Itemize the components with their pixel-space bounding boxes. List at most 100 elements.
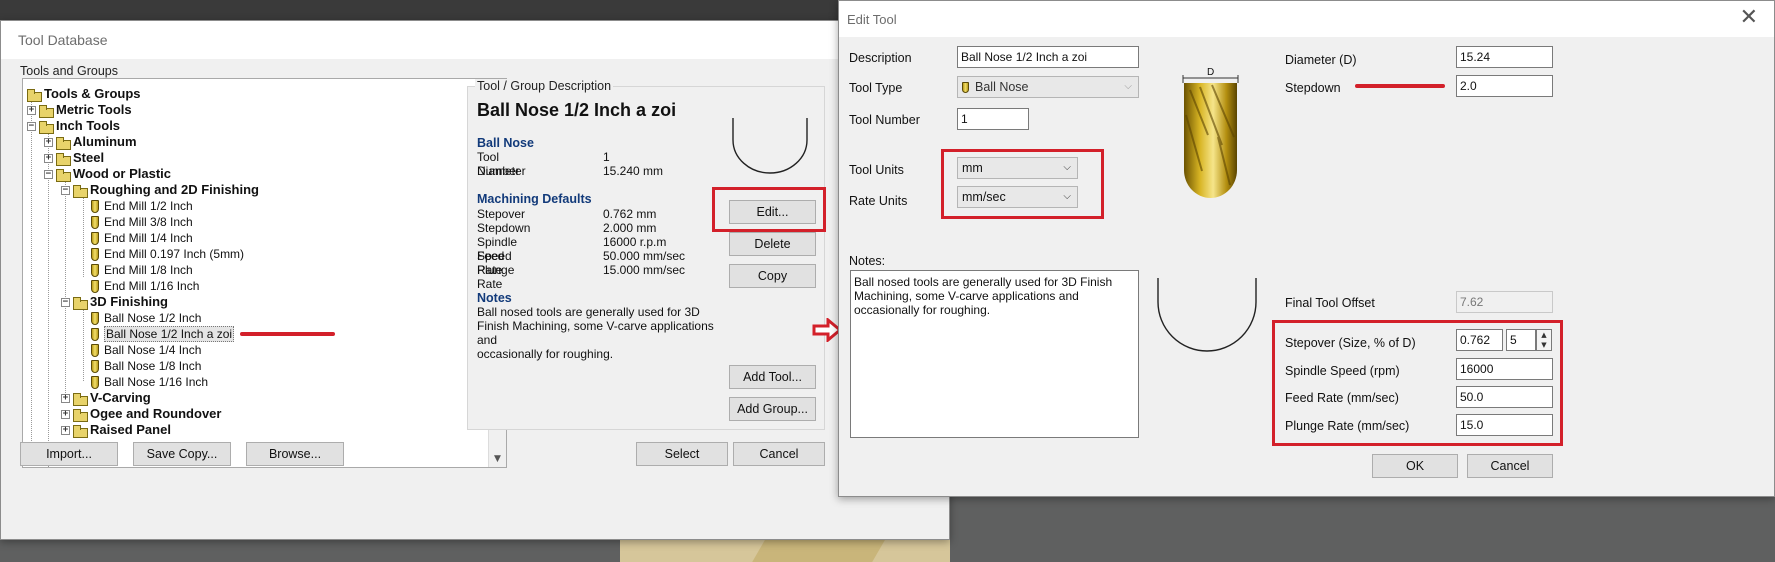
rate-units-label: Rate Units	[849, 194, 908, 208]
tool-tree[interactable]: Tools & Groups + Metric Tools − Inch Tools…	[22, 78, 507, 468]
select-button[interactable]: Select	[636, 442, 728, 466]
tree-group-vcarving[interactable]: + V-Carving	[61, 390, 151, 407]
tool-number-label: Tool Number	[849, 113, 920, 127]
import-button[interactable]: Import...	[20, 442, 118, 466]
tree-tool-item[interactable]: Ball Nose 1/2 Inch	[91, 310, 201, 326]
edit-highlight-box	[712, 187, 826, 232]
stepdown-input[interactable]: 2.0	[1456, 75, 1553, 97]
window-title: Edit Tool	[847, 12, 897, 27]
tree-guide	[48, 133, 49, 467]
notes-label: Notes:	[849, 254, 886, 268]
expand-icon[interactable]: +	[61, 394, 70, 404]
window-title: Tool Database	[18, 32, 108, 48]
tool-number-input[interactable]: 1	[957, 108, 1029, 130]
tree-group-roughing[interactable]: − Roughing and 2D Finishing	[61, 182, 259, 199]
title-bar: Edit Tool ✕	[839, 1, 1774, 37]
tool-icon	[91, 216, 99, 230]
edit-cancel-button[interactable]: Cancel	[1467, 454, 1553, 478]
tool-icon	[91, 280, 99, 294]
tool-icon	[91, 232, 99, 246]
tree-group-steel[interactable]: + Steel	[44, 150, 104, 167]
final-tool-offset-label: Final Tool Offset	[1285, 296, 1375, 310]
ball-nose-profile-icon	[1157, 278, 1257, 352]
ok-button[interactable]: OK	[1372, 454, 1458, 478]
tree-group-metric[interactable]: + Metric Tools	[27, 102, 132, 119]
tree-tool-item-selected[interactable]: Ball Nose 1/2 Inch a zoi	[91, 326, 235, 342]
notes-heading: Notes	[477, 291, 512, 305]
save-copy-button[interactable]: Save Copy...	[133, 442, 231, 466]
units-highlight-box	[941, 149, 1104, 219]
title-bar: Tool Database ✕	[1, 21, 949, 59]
tool-icon	[91, 248, 99, 262]
expand-icon[interactable]: +	[61, 410, 70, 420]
collapse-icon[interactable]: −	[61, 298, 70, 308]
tree-group-raised-panel[interactable]: + Raised Panel	[61, 422, 171, 439]
folder-icon	[39, 121, 54, 135]
tree-guide	[65, 181, 66, 401]
scroll-down-icon[interactable]: ▼	[489, 451, 506, 467]
tool-units-label: Tool Units	[849, 163, 904, 177]
tool-icon	[91, 328, 99, 342]
ball-nose-tool-image	[1182, 75, 1239, 199]
final-tool-offset-input: 7.62	[1456, 291, 1553, 313]
diameter-input[interactable]: 15.24	[1456, 46, 1553, 68]
tree-guide	[31, 101, 32, 463]
tool-icon	[91, 344, 99, 358]
expand-icon[interactable]: +	[44, 138, 53, 148]
tree-group-3d-finishing[interactable]: −3D Finishing	[61, 294, 168, 311]
tree-tool-item[interactable]: Ball Nose 1/4 Inch	[91, 342, 201, 358]
tree-tool-item[interactable]: End Mill 0.197 Inch (5mm)	[91, 246, 244, 262]
close-icon[interactable]: ✕	[1740, 5, 1758, 30]
ball-nose-profile-icon	[732, 118, 808, 174]
tool-type-heading: Ball Nose	[477, 136, 534, 150]
tree-guide	[83, 309, 84, 381]
tool-type-label: Tool Type	[849, 81, 903, 95]
folder-icon	[27, 89, 42, 103]
description-label: Description	[849, 51, 912, 65]
browse-button[interactable]: Browse...	[246, 442, 344, 466]
tool-icon	[91, 360, 99, 374]
expand-icon[interactable]: +	[61, 426, 70, 436]
copy-button[interactable]: Copy	[729, 264, 816, 288]
expand-icon[interactable]: +	[27, 106, 36, 116]
tree-tool-item[interactable]: End Mill 1/4 Inch	[91, 230, 193, 246]
delete-button[interactable]: Delete	[729, 232, 816, 256]
tree-guide	[83, 197, 84, 277]
folder-icon	[73, 297, 88, 311]
tool-type-select[interactable]: Ball Nose ⌵	[957, 76, 1139, 98]
add-group-button[interactable]: Add Group...	[729, 397, 816, 421]
expand-icon[interactable]: +	[44, 154, 53, 164]
tree-tool-item[interactable]: End Mill 1/16 Inch	[91, 278, 199, 294]
tree-group-ogee[interactable]: + Ogee and Roundover	[61, 406, 221, 423]
add-tool-button[interactable]: Add Tool...	[729, 365, 816, 389]
tree-group-aluminum[interactable]: + Aluminum	[44, 134, 137, 151]
tree-tool-item[interactable]: End Mill 3/8 Inch	[91, 214, 193, 230]
chevron-down-icon: ⌵	[1124, 81, 1132, 92]
folder-icon	[39, 105, 54, 119]
tree-root[interactable]: Tools & Groups	[27, 86, 141, 103]
machining-defaults-heading: Machining Defaults	[477, 192, 592, 206]
description-input[interactable]: Ball Nose 1/2 Inch a zoi	[957, 46, 1139, 68]
stepdown-underline	[1355, 84, 1445, 88]
ball-nose-tool-icon	[962, 82, 969, 94]
notes-textarea[interactable]: Ball nosed tools are generally used for …	[850, 270, 1139, 438]
folder-icon	[56, 137, 71, 151]
diameter-label: Diameter (D)	[1285, 53, 1357, 67]
notes-text: Ball nosed tools are generally used for …	[477, 305, 714, 361]
tree-tool-item[interactable]: End Mill 1/2 Inch	[91, 198, 193, 214]
tool-icon	[91, 264, 99, 278]
tree-group-wood[interactable]: − Wood or Plastic	[44, 166, 171, 183]
tree-tool-item[interactable]: Ball Nose 1/8 Inch	[91, 358, 201, 374]
machining-params-highlight-box	[1272, 320, 1563, 446]
folder-icon	[56, 169, 71, 183]
collapse-icon[interactable]: −	[44, 170, 53, 180]
tree-group-inch[interactable]: − Inch Tools	[27, 118, 120, 135]
tree-tool-item[interactable]: End Mill 1/8 Inch	[91, 262, 193, 278]
stepdown-label: Stepdown	[1285, 81, 1341, 95]
cancel-button[interactable]: Cancel	[733, 442, 825, 466]
tree-tool-item[interactable]: Ball Nose 1/16 Inch	[91, 374, 208, 390]
collapse-icon[interactable]: −	[27, 122, 36, 132]
folder-icon	[73, 393, 88, 407]
collapse-icon[interactable]: −	[61, 186, 70, 196]
folder-icon	[73, 185, 88, 199]
